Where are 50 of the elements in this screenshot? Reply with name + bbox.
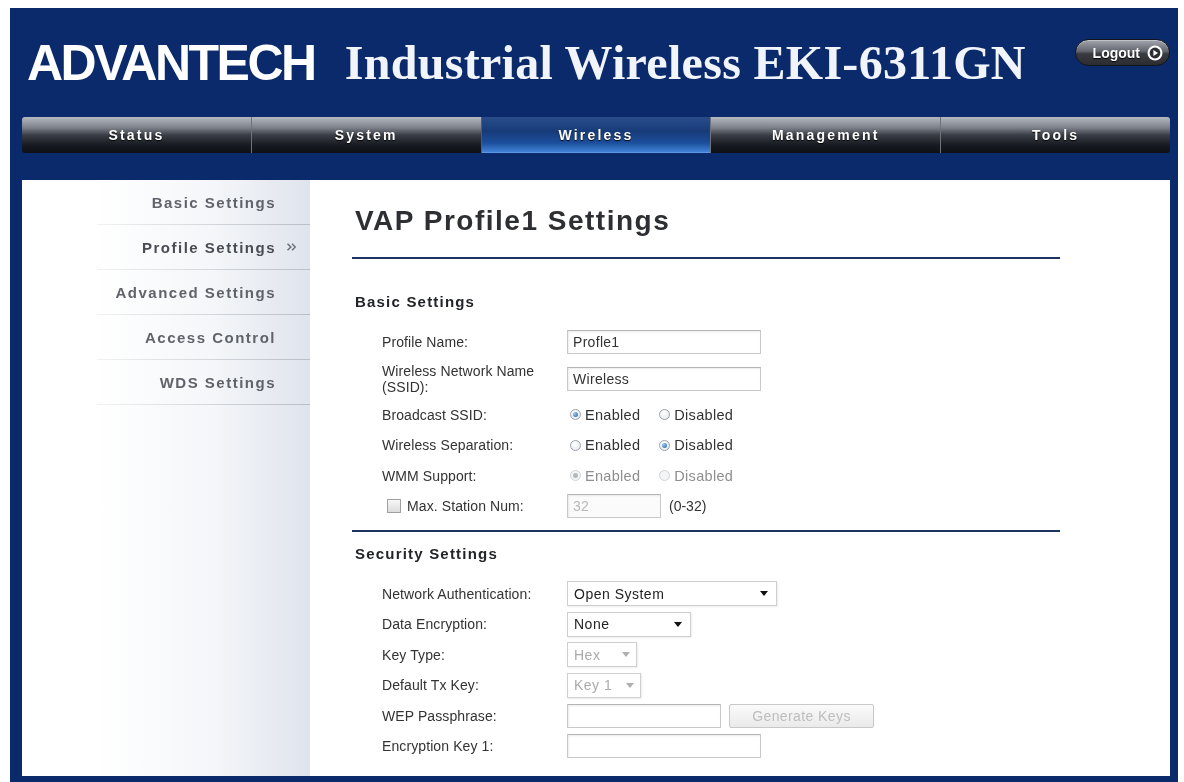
nav-tab[interactable]: Status: [22, 117, 251, 153]
sidebar-item[interactable]: Access Control: [97, 315, 310, 360]
play-circle-icon: [1147, 44, 1163, 61]
caret-icon: [674, 621, 682, 627]
input-field[interactable]: Wireless: [567, 366, 761, 391]
nav-tab[interactable]: System: [250, 117, 481, 153]
field-label: Max. Station Num:: [407, 497, 525, 517]
field-label: Data Encryption:: [382, 615, 489, 635]
section-heading: Security Settings: [355, 544, 499, 563]
field-label: WMM Support:: [382, 466, 478, 486]
caret-icon: [760, 591, 768, 597]
dropdown[interactable]: None: [567, 611, 691, 637]
option-label: Disabled: [674, 437, 734, 454]
option-label: Enabled: [585, 437, 641, 454]
field-label: Wireless Separation:: [382, 436, 515, 456]
field-label: Key Type:: [382, 645, 446, 665]
product-title: Industrial Wireless EKI-6311GN: [344, 34, 1026, 91]
nav-tab[interactable]: Tools: [940, 117, 1170, 153]
option-label: Enabled: [585, 467, 641, 484]
input-field[interactable]: Profle1: [567, 330, 761, 355]
sidebar-item[interactable]: Advanced Settings: [97, 270, 310, 315]
nav-tab[interactable]: Management: [710, 117, 941, 153]
field-label: Encryption Key 1:: [382, 737, 495, 757]
section-heading: Basic Settings: [355, 293, 477, 311]
field-label: Wireless Network Name (SSID):: [382, 361, 536, 397]
option-label: Disabled: [674, 467, 734, 484]
field-label: Network Authentication:: [382, 584, 533, 604]
page-title: VAP Profile1 Settings: [355, 204, 672, 238]
radio-button[interactable]: [570, 409, 581, 421]
logout-button[interactable]: Logout: [1074, 39, 1170, 66]
dropdown[interactable]: Open System: [567, 581, 777, 607]
sidebar-item[interactable]: WDS Settings: [97, 360, 310, 405]
radio-button[interactable]: [570, 439, 581, 451]
sidebar-item[interactable]: Profile Settings: [97, 225, 310, 270]
input-field[interactable]: [567, 703, 721, 728]
sidebar-item[interactable]: Basic Settings: [97, 180, 310, 225]
caret-icon: [622, 652, 630, 658]
field-label: Broadcast SSID:: [382, 405, 488, 425]
field-label: WEP Passphrase:: [382, 706, 498, 726]
brand-logo: ADVANTECH: [27, 34, 315, 91]
caret-icon: [626, 682, 634, 688]
radio-button[interactable]: [659, 439, 671, 451]
option-label: Enabled: [585, 406, 641, 423]
radio-button[interactable]: [659, 409, 671, 421]
range-hint: (0-32): [669, 498, 707, 515]
input-field[interactable]: [567, 734, 761, 759]
option-label: Disabled: [674, 406, 734, 423]
field-label: Default Tx Key:: [382, 676, 480, 696]
field-label: Profile Name:: [382, 333, 470, 353]
nav-tab[interactable]: Wireless: [480, 117, 711, 153]
